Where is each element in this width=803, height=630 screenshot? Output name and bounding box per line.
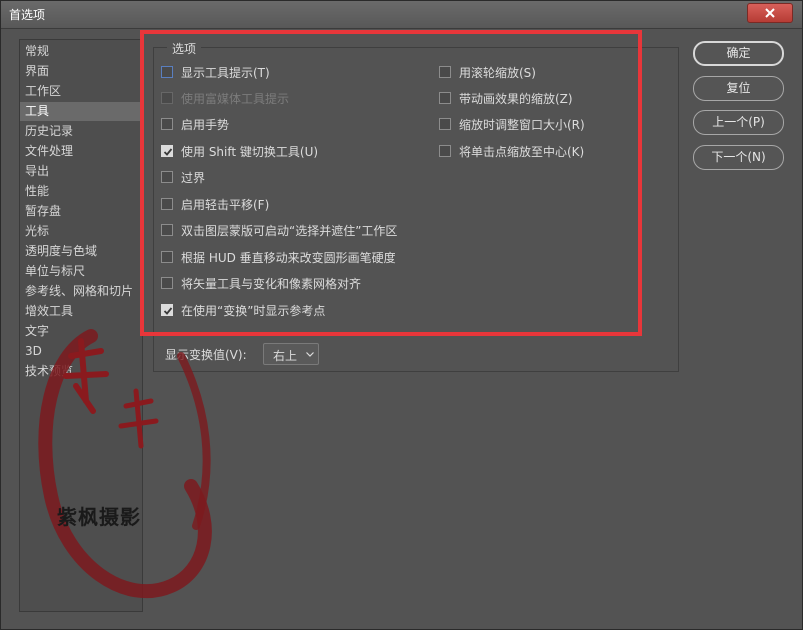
sidebar-item-transparency[interactable]: 透明度与色域 <box>20 242 142 261</box>
select-value: 右上 <box>273 349 298 363</box>
close-icon <box>765 8 775 18</box>
window-title: 首选项 <box>9 8 46 22</box>
reset-button[interactable]: 复位 <box>693 76 784 101</box>
chevron-down-icon <box>306 352 314 357</box>
sidebar-item-workspace[interactable]: 工作区 <box>20 82 142 101</box>
close-button[interactable] <box>747 3 793 23</box>
title-bar[interactable]: 首选项 <box>1 1 802 29</box>
preferences-dialog: 首选项 常规 界面 工作区 工具 历史记录 文件处理 导出 性能 暂存盘 光标 … <box>0 0 803 630</box>
transform-values-select[interactable]: 右上 <box>263 343 319 365</box>
watermark-logo <box>38 329 212 598</box>
sidebar-item-performance[interactable]: 性能 <box>20 182 142 201</box>
sidebar-item-history[interactable]: 历史记录 <box>20 122 142 141</box>
next-button[interactable]: 下一个(N) <box>693 145 784 170</box>
sidebar-item-file-handling[interactable]: 文件处理 <box>20 142 142 161</box>
sidebar-item-guides[interactable]: 参考线、网格和切片 <box>20 282 142 301</box>
ok-button[interactable]: 确定 <box>693 41 784 66</box>
sidebar-item-interface[interactable]: 界面 <box>20 62 142 81</box>
sidebar-item-tools[interactable]: 工具 <box>20 102 142 121</box>
sidebar-item-general[interactable]: 常规 <box>20 42 142 61</box>
prev-button[interactable]: 上一个(P) <box>693 110 784 135</box>
sidebar-item-cursors[interactable]: 光标 <box>20 222 142 241</box>
sidebar-item-units[interactable]: 单位与标尺 <box>20 262 142 281</box>
highlight-box <box>140 30 642 336</box>
sidebar-item-scratch-disks[interactable]: 暂存盘 <box>20 202 142 221</box>
sidebar-item-export[interactable]: 导出 <box>20 162 142 181</box>
watermark-text: 紫枫摄影 <box>57 505 141 529</box>
